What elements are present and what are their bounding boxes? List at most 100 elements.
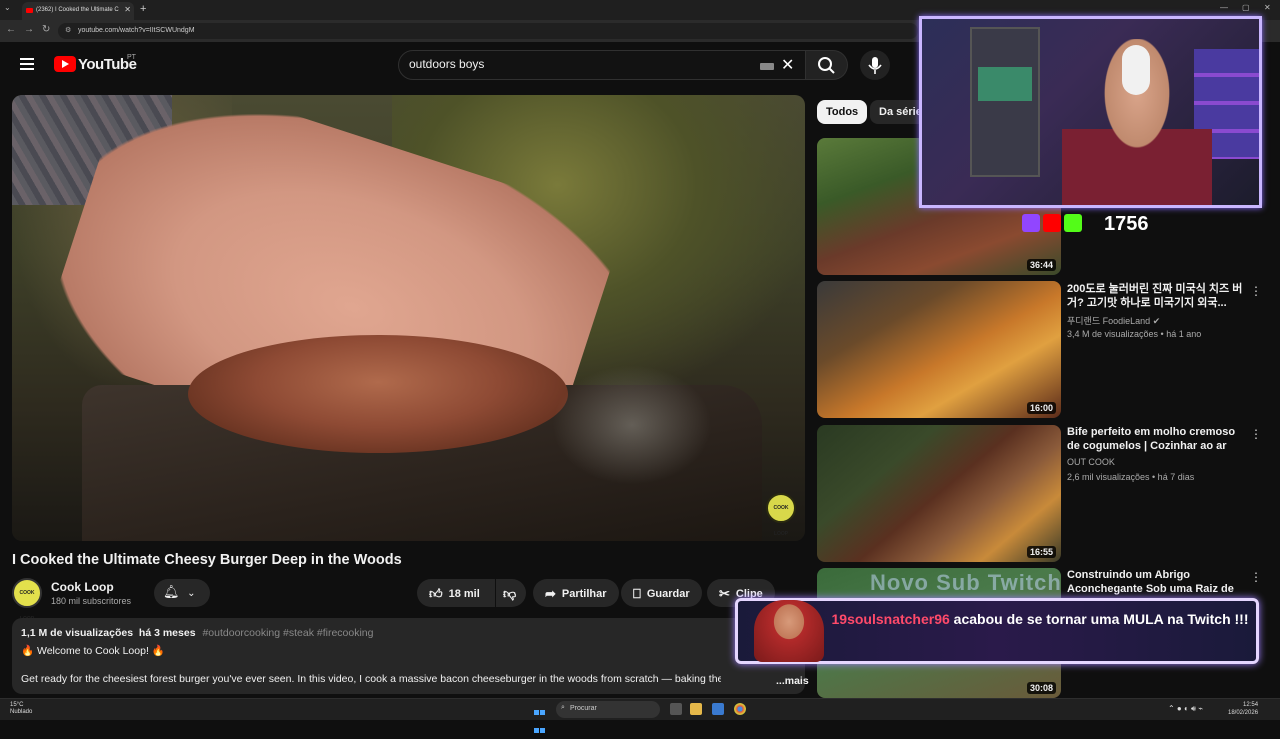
alert-text: acabou de se tornar uma MULA na Twitch !… xyxy=(949,611,1249,627)
clock[interactable]: 12:54 18/02/2026 xyxy=(1228,701,1258,717)
recommendation-title[interactable]: Construindo um Abrigo Aconchegante Sob u… xyxy=(1067,568,1245,596)
verified-icon: ✔ xyxy=(1152,316,1161,326)
weather-temp: 15°C xyxy=(10,702,24,708)
more-actions-icon[interactable]: ⋮ xyxy=(1250,284,1262,298)
date: 18/02/2026 xyxy=(1228,710,1259,716)
description-intro: 🔥 Welcome to Cook Loop! 🔥 xyxy=(21,645,165,657)
weather-widget[interactable]: 15°C Nublado xyxy=(10,702,32,716)
chrome-icon[interactable] xyxy=(734,703,746,715)
video-duration: 16:00 xyxy=(1026,402,1056,414)
show-more-link[interactable]: ...mais xyxy=(776,675,809,687)
like-count: 18 mil xyxy=(448,588,480,600)
recommendation-meta: 2,6 mil visualizações • há 7 dias xyxy=(1067,472,1195,482)
menu-icon[interactable] xyxy=(20,58,34,70)
description-meta: 1,1 M de visualizações há 3 meses #outdo… xyxy=(21,627,796,639)
twitch-icon xyxy=(1022,214,1040,232)
recommendation-meta: 3,4 M de visualizações • há 1 ano xyxy=(1067,329,1202,339)
channel-name[interactable]: Cook Loop xyxy=(51,580,114,594)
close-tab-icon[interactable]: ✕ xyxy=(124,5,131,14)
taskbar: 15°C Nublado ⌕ Procurar ⌃ ● ◐ 🔊︎ ⌁ 12:54… xyxy=(0,698,1280,733)
view-count: 1,1 M de visualizações xyxy=(21,627,134,639)
window-close-icon[interactable]: ✕ xyxy=(1264,3,1271,12)
platform-icons xyxy=(1022,214,1085,236)
taskbar-search[interactable]: ⌕ Procurar xyxy=(556,701,660,718)
alert-avatar xyxy=(754,600,824,662)
recommendation-thumbnail[interactable]: 16:55 xyxy=(817,425,1061,562)
smoke xyxy=(552,365,712,485)
channel-subscribers: 180 mil subscritores xyxy=(51,596,132,606)
streamer-webcam-overlay xyxy=(919,16,1262,208)
more-actions-icon[interactable]: ⋮ xyxy=(1250,570,1262,584)
tab-search-icon[interactable]: ⌄ xyxy=(4,3,11,12)
search-button[interactable] xyxy=(806,50,848,80)
arcade-screen xyxy=(978,67,1032,101)
video-duration: 36:44 xyxy=(1026,259,1056,271)
save-button[interactable]: ⎕ Guardar xyxy=(621,579,702,607)
upload-age: há 3 meses xyxy=(138,627,196,639)
alert-message: 19soulsnatcher96 acabou de se tornar uma… xyxy=(830,609,1250,630)
minimize-icon[interactable]: — xyxy=(1220,3,1228,12)
url-text: youtube.com/watch?v=IItSCWUndgM xyxy=(78,27,195,34)
share-label: Partilhar xyxy=(561,588,607,600)
kick-icon xyxy=(1064,214,1082,232)
chip-all[interactable]: Todos xyxy=(817,100,868,124)
notifications-button[interactable]: 🔔︎ ⌄ xyxy=(154,579,210,607)
headphones xyxy=(1122,45,1150,95)
time: 12:54 xyxy=(1243,702,1259,708)
search-box: ✕ xyxy=(398,50,806,80)
description-box[interactable]: 1,1 M de visualizações há 3 meses #outdo… xyxy=(12,618,809,694)
hashtags[interactable]: #outdoorcooking #steak #firecooking xyxy=(202,627,373,639)
more-actions-icon[interactable]: ⋮ xyxy=(1250,427,1262,441)
forward-icon[interactable]: → xyxy=(24,24,34,35)
browser-tab[interactable]: (2362) I Cooked the Ultimate C ✕ xyxy=(22,2,134,20)
recommendation-channel[interactable]: 푸디랜드 FoodieLand ✔ xyxy=(1067,314,1160,327)
clear-search-icon[interactable]: ✕ xyxy=(781,55,794,75)
recommendation-thumbnail[interactable]: 16:00 xyxy=(817,281,1061,418)
system-tray-icons[interactable]: ⌃ ● ◐ 🔊︎ ⌁ xyxy=(1168,704,1203,714)
bookmark-icon: ⎕ xyxy=(633,586,641,601)
new-tab-icon[interactable]: + xyxy=(140,3,146,15)
like-button[interactable]: 👍︎ 18 mil xyxy=(417,579,495,607)
search-icon xyxy=(818,57,835,74)
viewer-counter: 1756 xyxy=(1104,213,1149,235)
alert-username: 19soulsnatcher96 xyxy=(831,611,950,627)
recommendation-title[interactable]: 200도로 눌러버린 진짜 미국식 치즈 버거? 고기맛 하나로 미국기지 외국… xyxy=(1067,282,1245,310)
video-title: I Cooked the Ultimate Cheesy Burger Deep… xyxy=(12,552,402,568)
task-view-icon[interactable] xyxy=(670,703,682,715)
save-label: Guardar xyxy=(646,588,690,600)
start-icon[interactable] xyxy=(534,703,546,733)
dislike-button[interactable]: 👎︎ xyxy=(496,579,526,607)
maximize-icon[interactable]: ▢ xyxy=(1242,3,1250,12)
share-icon: ➦ xyxy=(545,586,556,601)
tab-title: (2362) I Cooked the Ultimate C xyxy=(36,7,119,13)
microphone-icon xyxy=(868,57,882,74)
file-explorer-icon[interactable] xyxy=(690,703,702,715)
video-player[interactable]: COOK LOOP xyxy=(12,95,805,541)
recommendation-title[interactable]: Bife perfeito em molho cremoso de cogume… xyxy=(1067,425,1245,453)
taskbar-search-label: Procurar xyxy=(570,705,597,712)
url-field[interactable]: ⚙ youtube.com/watch?v=IItSCWUndgM xyxy=(58,23,918,39)
youtube-icon xyxy=(1043,214,1061,232)
video-duration: 30:08 xyxy=(1026,682,1056,694)
channel-watermark[interactable]: COOK LOOP xyxy=(766,493,796,537)
back-icon[interactable]: ← xyxy=(6,24,16,35)
store-icon[interactable] xyxy=(712,703,724,715)
channel-avatar[interactable]: COOK LOOP xyxy=(12,578,42,622)
thumbs-down-icon: 👎︎ xyxy=(503,586,517,601)
weather-condition: Nublado xyxy=(10,709,33,715)
share-button[interactable]: ➦ Partilhar xyxy=(533,579,619,607)
recommendation-channel-name: 푸디랜드 FoodieLand xyxy=(1067,316,1151,326)
site-info-icon[interactable]: ⚙ xyxy=(65,26,71,34)
youtube-favicon-icon xyxy=(26,8,33,13)
youtube-logo-icon[interactable] xyxy=(54,56,76,72)
alert-heading: Novo Sub Twitch xyxy=(870,570,1062,595)
search-input[interactable] xyxy=(409,57,749,71)
reload-icon[interactable]: ↻ xyxy=(42,24,50,35)
burger-patty xyxy=(188,335,568,453)
keyboard-icon[interactable] xyxy=(760,63,774,70)
search-icon: ⌕ xyxy=(561,704,565,711)
country-code: PT xyxy=(127,54,136,61)
thumbs-up-icon: 👍︎ xyxy=(429,586,443,601)
voice-search-button[interactable] xyxy=(860,50,890,80)
recommendation-channel[interactable]: OUT COOK xyxy=(1067,457,1115,467)
